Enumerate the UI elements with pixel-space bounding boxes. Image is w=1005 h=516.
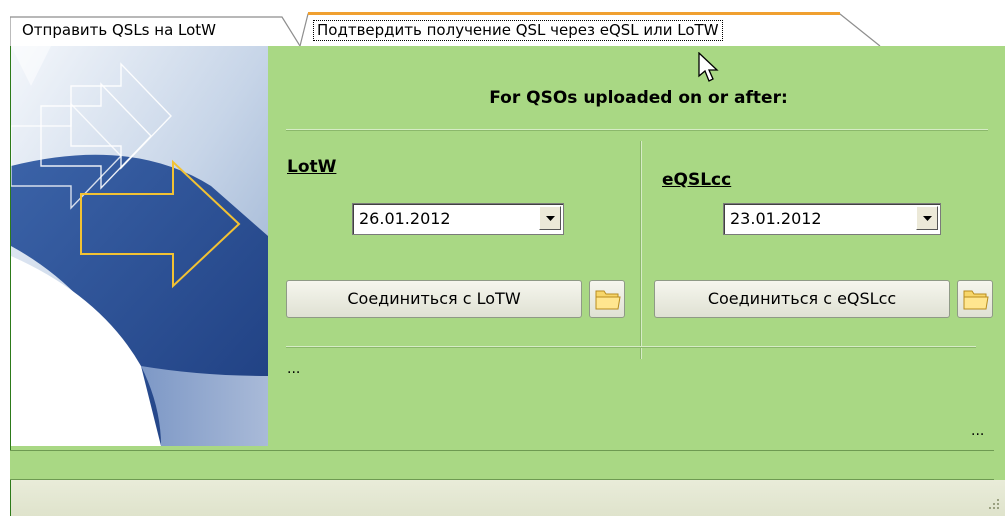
folder-icon xyxy=(963,290,989,310)
connect-eqsl-button[interactable]: Соединиться с eQSLcc xyxy=(654,280,950,318)
divider-vertical xyxy=(640,141,642,359)
divider-top xyxy=(286,129,988,131)
chevron-down-icon[interactable] xyxy=(539,206,561,230)
eqsl-date-picker[interactable]: 23.01.2012 xyxy=(723,203,941,235)
lotw-label: LotW xyxy=(287,157,337,177)
tab-confirm-qsl[interactable]: Подтвердить получение QSL через eQSL или… xyxy=(300,12,882,47)
eqsl-label: eQSLcc xyxy=(662,170,732,190)
tab-send-qsls-lotw[interactable]: Отправить QSLs на LotW xyxy=(10,16,302,46)
footer-bar xyxy=(10,480,1005,516)
folder-icon xyxy=(595,290,621,310)
status-bar xyxy=(10,450,994,480)
decorative-arrow-picture xyxy=(11,46,268,446)
lotw-folder-button[interactable] xyxy=(589,280,625,318)
eqsl-date-value: 23.01.2012 xyxy=(730,209,822,228)
connect-lotw-button[interactable]: Соединиться с LoTW xyxy=(286,280,582,318)
lotw-date-picker[interactable]: 26.01.2012 xyxy=(352,203,564,235)
status-text-right: ... xyxy=(971,423,985,439)
chevron-down-icon[interactable] xyxy=(916,206,938,230)
mouse-pointer-icon xyxy=(698,52,719,82)
tab-label: Подтвердить получение QSL через eQSL или… xyxy=(313,20,723,41)
main-panel: For QSOs uploaded on or after: LotW 26.0… xyxy=(10,46,1005,492)
eqsl-folder-button[interactable] xyxy=(957,280,993,318)
tab-label: Отправить QSLs на LotW xyxy=(22,21,217,39)
resize-grip-icon[interactable] xyxy=(988,498,1000,510)
divider-bottom xyxy=(286,346,976,348)
status-text-left: ... xyxy=(287,361,301,377)
tab-strip: Отправить QSLs на LotW Подтвердить получ… xyxy=(0,0,1005,47)
section-title: For QSOs uploaded on or after: xyxy=(489,88,788,108)
lotw-date-value: 26.01.2012 xyxy=(359,209,451,228)
